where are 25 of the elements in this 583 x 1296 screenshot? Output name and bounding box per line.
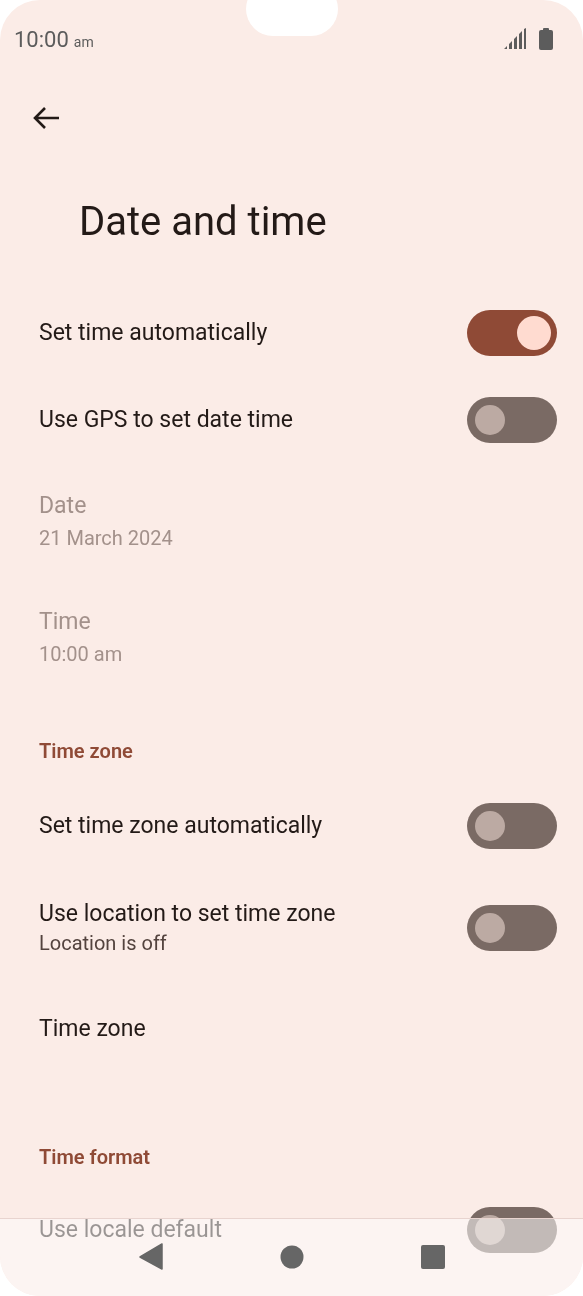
section-header: Time format xyxy=(39,1144,151,1170)
setting-value: 21 March 2024 xyxy=(39,525,174,552)
status-time-suffix: am xyxy=(73,32,94,52)
setting-value: 10:00 am xyxy=(39,641,124,668)
page-title: Date and time xyxy=(79,200,328,244)
toggle-switch[interactable] xyxy=(467,905,557,951)
setting-subtitle: Location is off xyxy=(39,930,168,957)
signal-icon xyxy=(503,28,527,50)
section-header: Time zone xyxy=(39,738,133,764)
toggle-switch[interactable] xyxy=(467,397,557,443)
battery-icon xyxy=(539,28,553,50)
back-arrow-icon xyxy=(32,106,60,130)
setting-title: Set time automatically xyxy=(39,318,268,348)
status-time: 10:00 xyxy=(14,25,69,54)
setting-title: Use GPS to set date time xyxy=(39,405,294,435)
home-circle-icon[interactable] xyxy=(279,1244,304,1269)
back-triangle-icon[interactable] xyxy=(138,1243,163,1270)
setting-title[interactable]: Time zone xyxy=(39,1014,146,1044)
recents-square-icon[interactable] xyxy=(420,1244,445,1269)
toggle-switch[interactable] xyxy=(467,310,557,356)
toggle-switch[interactable] xyxy=(467,803,557,849)
setting-title: Use location to set time zone xyxy=(39,899,336,929)
setting-title: Set time zone automatically xyxy=(39,811,323,841)
toggle-switch[interactable] xyxy=(467,1207,557,1253)
setting-title: Use locale default xyxy=(39,1215,222,1245)
